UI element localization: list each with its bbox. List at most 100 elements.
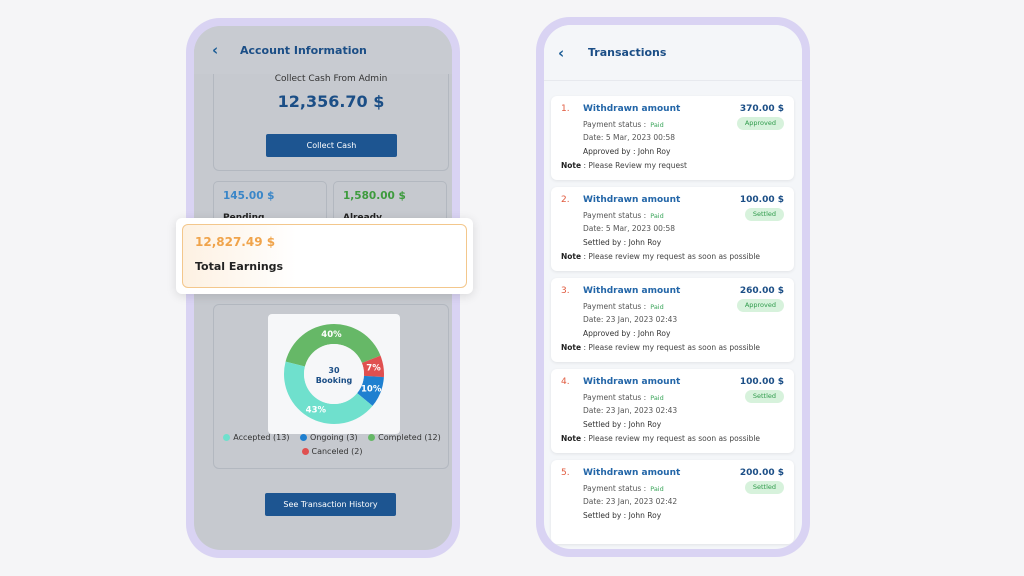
slice-label: 10%: [361, 385, 382, 395]
note-text: : Please review my request as soon as po…: [583, 343, 761, 352]
transaction-amount: 100.00 $: [739, 195, 784, 205]
legend-dot: [223, 434, 231, 441]
withdrawn-value: 1,580.00 $: [343, 190, 406, 202]
booking-label: Booking: [316, 376, 353, 385]
transaction-card[interactable]: 3. Withdrawn amount 260.00 $ Payment status…: [551, 278, 794, 362]
legend-ongoing: Ongoing (3): [300, 433, 358, 442]
status-badge: Settled: [744, 481, 784, 494]
legend-label: Completed (12): [378, 433, 441, 442]
pending-value: 145.00 $: [223, 190, 275, 202]
payment-status-label: Payment status :: [583, 393, 647, 402]
payment-status-label: Payment status :: [583, 211, 647, 220]
slice-label: 7%: [366, 364, 381, 374]
note-text: : Please Review my request: [583, 161, 687, 170]
processed-by: Settled by : John Roy: [583, 511, 662, 520]
processed-by: Settled by : John Roy: [583, 238, 662, 247]
transactions-screen: ‹ Transactions 1. Withdrawn amount 370.00 …: [544, 25, 802, 549]
transaction-card[interactable]: 4. Withdrawn amount 100.00 $ Payment status…: [551, 369, 794, 453]
chart-legend: Accepted (13) Ongoing (3) Completed (12): [214, 433, 450, 442]
earnings-label: Total Earnings: [195, 260, 284, 273]
transaction-amount: 100.00 $: [739, 377, 784, 387]
booking-count: 30: [328, 366, 340, 375]
paid-status: Paid: [650, 394, 664, 402]
transactions-header: ‹ Transactions: [544, 25, 802, 81]
processed-by: Approved by : John Roy: [583, 147, 671, 156]
back-arrow-icon[interactable]: ‹: [558, 44, 578, 62]
transaction-title: Withdrawn amount: [583, 377, 681, 387]
processed-by: Approved by : John Roy: [583, 329, 671, 338]
transaction-amount: 260.00 $: [739, 286, 784, 296]
back-arrow-icon[interactable]: ‹: [212, 41, 232, 59]
note-label: Note: [561, 252, 582, 261]
transaction-number: 5.: [561, 468, 570, 478]
stage: ‹ Account Information Collect Cash From …: [0, 0, 1024, 576]
transaction-card[interactable]: 5. Withdrawn amount 200.00 $ Payment status…: [551, 460, 794, 544]
payment-status: Payment status : Paid: [583, 211, 664, 220]
slice-label: 43%: [306, 406, 327, 416]
status-badge: Settled: [744, 390, 784, 403]
paid-status: Paid: [650, 121, 664, 129]
transaction-number: 3.: [561, 286, 570, 296]
transaction-date: Date: 23 Jan, 2023 02:43: [583, 315, 678, 324]
legend-canceled: Canceled (2): [301, 447, 363, 456]
transaction-note: Note : Please review my request as soon …: [561, 434, 760, 443]
legend-accepted: Accepted (13): [223, 433, 289, 442]
note-text: : Please review my request as soon as po…: [583, 434, 761, 443]
legend-label: Accepted (13): [233, 433, 290, 442]
page-title: Account Information: [240, 43, 367, 57]
transaction-date: Date: 23 Jan, 2023 02:42: [583, 497, 678, 506]
legend-dot: [300, 434, 308, 441]
payment-status-label: Payment status :: [583, 120, 647, 129]
transaction-date: Date: 5 Mar, 2023 00:58: [583, 224, 675, 233]
transaction-card[interactable]: 2. Withdrawn amount 100.00 $ Payment status…: [551, 187, 794, 271]
note-text: : Please review my request as soon as po…: [583, 252, 761, 261]
earnings-value: 12,827.49 $: [195, 235, 276, 249]
legend-dot: [368, 434, 376, 441]
transaction-number: 2.: [561, 195, 570, 205]
transaction-amount: 200.00 $: [739, 468, 784, 478]
collect-cash-button[interactable]: Collect Cash: [266, 134, 397, 157]
transaction-number: 4.: [561, 377, 570, 387]
transaction-date: Date: 23 Jan, 2023 02:43: [583, 406, 678, 415]
status-badge: Approved: [736, 299, 784, 312]
transaction-note: Note : Please review my request as soon …: [561, 343, 760, 352]
note-label: Note: [561, 343, 582, 352]
payment-status: Payment status : Paid: [583, 484, 664, 493]
collect-amount: 12,356.70 $: [277, 92, 385, 111]
donut-chart-card: 40% 7% 10% 43% 30 Booking: [268, 314, 400, 434]
payment-status-label: Payment status :: [583, 302, 647, 311]
note-label: Note: [561, 161, 582, 170]
payment-status: Payment status : Paid: [583, 393, 664, 402]
legend-label: Ongoing (3): [310, 433, 358, 442]
legend-dot: [301, 448, 309, 455]
processed-by: Settled by : John Roy: [583, 420, 662, 429]
status-badge: Approved: [736, 117, 784, 130]
account-header: ‹ Account Information: [194, 26, 452, 74]
booking-chart-panel: 40% 7% 10% 43% 30 Booking Accepted (13) Ongoi…: [213, 304, 449, 469]
payment-status-label: Payment status :: [583, 484, 647, 493]
see-transaction-history-button[interactable]: See Transaction History: [265, 493, 396, 516]
chart-legend-row2: Canceled (2): [214, 447, 450, 456]
transaction-note: Note : Please Review my request: [561, 161, 687, 170]
paid-status: Paid: [650, 485, 664, 493]
transaction-amount: 370.00 $: [739, 104, 784, 114]
paid-status: Paid: [650, 303, 664, 311]
payment-status: Payment status : Paid: [583, 120, 664, 129]
status-badge: Settled: [744, 208, 784, 221]
payment-status: Payment status : Paid: [583, 302, 664, 311]
slice-label: 40%: [321, 330, 342, 340]
transaction-number: 1.: [561, 104, 570, 114]
legend-completed: Completed (12): [368, 433, 441, 442]
collect-label: Collect Cash From Admin: [274, 74, 388, 84]
donut-chart: 40% 7% 10% 43% 30Booking: [284, 324, 384, 424]
transaction-title: Withdrawn amount: [583, 195, 681, 205]
transaction-card[interactable]: 1. Withdrawn amount 370.00 $ Payment status…: [551, 96, 794, 180]
legend-label: Canceled (2): [311, 447, 363, 456]
phone-transactions: ‹ Transactions 1. Withdrawn amount 370.00 …: [536, 17, 810, 557]
transaction-note: Note : Please review my request as soon …: [561, 252, 760, 261]
total-earnings-card: 12,827.49 $ Total Earnings: [176, 218, 473, 294]
total-earnings-inner: 12,827.49 $ Total Earnings: [182, 224, 467, 288]
paid-status: Paid: [650, 212, 664, 220]
collect-cash-panel: Collect Cash From Admin 12,356.70 $ Coll…: [213, 74, 449, 171]
transaction-date: Date: 5 Mar, 2023 00:58: [583, 133, 675, 142]
